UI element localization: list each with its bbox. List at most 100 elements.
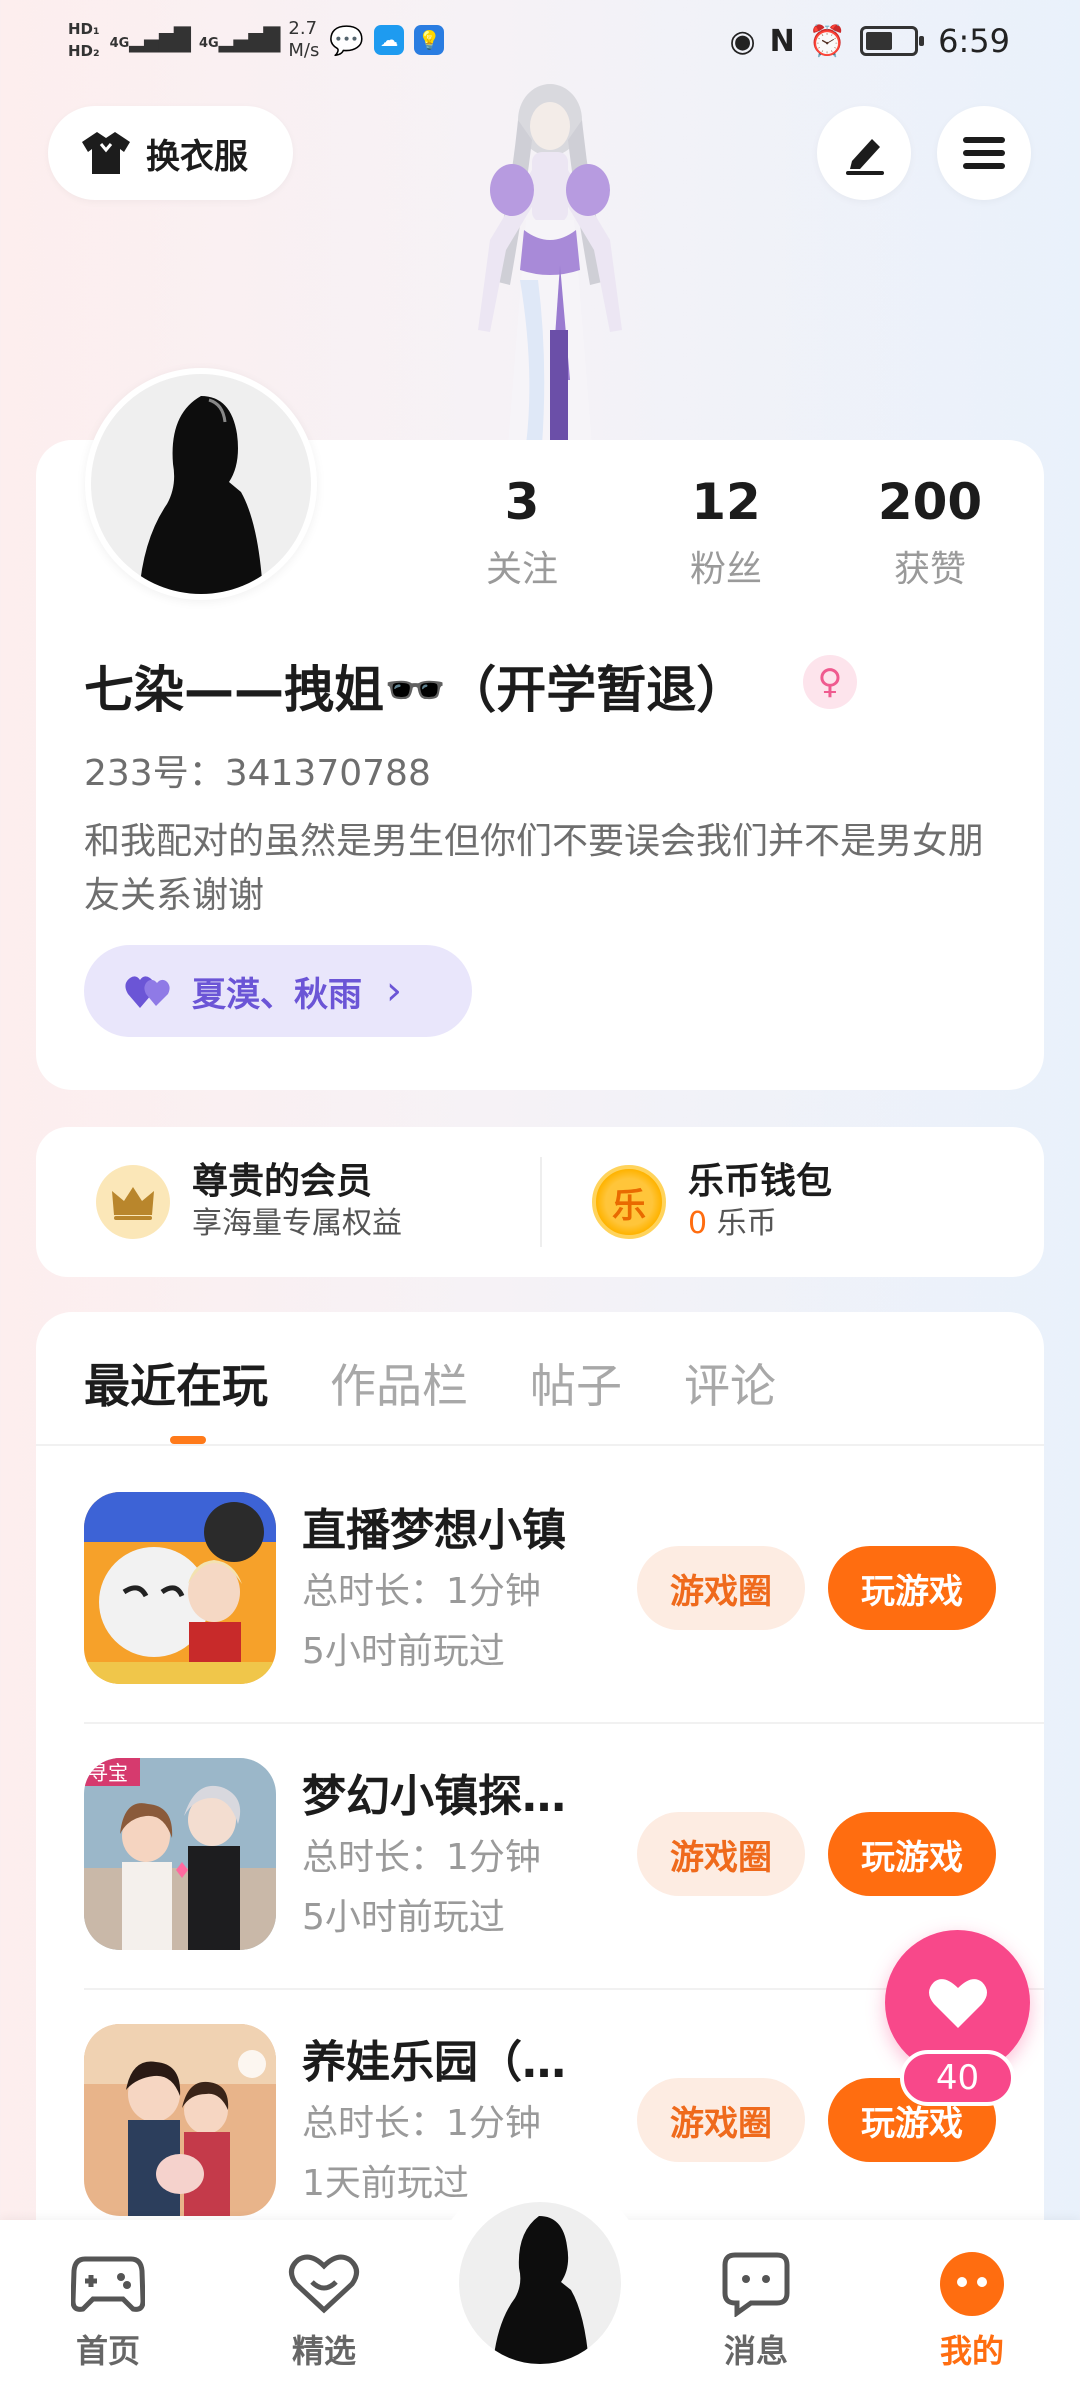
play-game-button[interactable]: 玩游戏	[828, 1546, 996, 1630]
nickname: 七染——拽姐🕶️（开学暂退）	[84, 661, 747, 719]
signal-icon: 4G▂▄▆█	[109, 27, 191, 53]
tabs-divider	[36, 1444, 1044, 1446]
wallet-balance-line: 0 乐币	[688, 1204, 832, 1244]
game-row[interactable]: 寻宝 梦幻小镇探… 总时长：1分钟 5小时前玩过 游戏圈 玩游戏	[84, 1758, 1044, 1988]
avatar-silhouette	[139, 396, 263, 594]
tab-comments[interactable]: 评论	[684, 1350, 776, 1416]
game-title: 直播梦想小镇	[302, 1505, 566, 1556]
change-outfit-button[interactable]: 换衣服	[48, 106, 293, 200]
status-left: HD₁ HD₂ 4G▂▄▆█ 4G▂▄▆█ 2.7 M/s 💬 ☁ 💡	[68, 18, 445, 62]
nav-center-avatar-button[interactable]	[455, 2198, 625, 2368]
smile-icon	[940, 2252, 1004, 2316]
nav-home[interactable]: 首页	[38, 2250, 178, 2372]
edit-button[interactable]	[817, 106, 911, 200]
wallet-balance: 0	[688, 1206, 708, 1241]
row-divider	[84, 1722, 1044, 1724]
wallet-title: 乐币钱包	[688, 1161, 833, 1202]
heart-icon	[928, 1978, 987, 2028]
wechat-icon: 💬	[329, 23, 365, 57]
game-duration: 总时长：1分钟	[302, 2103, 541, 2144]
avatar-image	[91, 374, 311, 594]
game-title: 养娃乐园（…	[302, 2037, 566, 2088]
member-subtitle: 享海量专属权益	[192, 1206, 402, 1241]
cloud-app-icon: ☁	[374, 25, 405, 55]
profile-tabs: 最近在玩 作品栏 帖子 评论	[84, 1350, 776, 1416]
hd-indicator: HD₁ HD₂	[68, 18, 100, 62]
likes-label: 获赞	[893, 549, 966, 590]
game-circle-button[interactable]: 游戏圈	[637, 1546, 805, 1630]
crown-icon	[96, 1165, 170, 1239]
menu-icon	[963, 137, 1005, 169]
tab-recently-played[interactable]: 最近在玩	[84, 1350, 268, 1416]
tab-works[interactable]: 作品栏	[330, 1350, 468, 1416]
nfc-icon: N	[769, 23, 795, 59]
game-circle-button[interactable]: 游戏圈	[637, 2078, 805, 2162]
following-label: 关注	[485, 549, 558, 590]
eye-icon: ◉	[729, 23, 756, 59]
like-count-badge: 40	[900, 2050, 1015, 2106]
game-duration: 总时长：1分钟	[302, 1837, 541, 1878]
signal2-label: 4G	[198, 35, 219, 51]
game-circle-button[interactable]: 游戏圈	[637, 1812, 805, 1896]
net-speed: 2.7 M/s	[288, 18, 319, 62]
member-title: 尊贵的会员	[192, 1161, 373, 1202]
divider	[540, 1157, 542, 1247]
user-id[interactable]: 233号：341370788	[84, 744, 431, 796]
nav-mine-label: 我的	[939, 2332, 1004, 2370]
game-row[interactable]: 直播梦想小镇 总时长：1分钟 5小时前玩过 游戏圈 玩游戏	[84, 1492, 1044, 1722]
game-last-played: 5小时前玩过	[302, 1897, 505, 1938]
alarm-icon: ⏰	[808, 23, 847, 59]
nav-featured[interactable]: 精选	[254, 2250, 394, 2372]
gamepad-icon	[71, 2256, 145, 2312]
vip-wallet-card: 尊贵的会员 享海量专属权益 乐 乐币钱包 0 乐币	[36, 1127, 1044, 1277]
play-game-button[interactable]: 玩游戏	[828, 1812, 996, 1896]
shirt-icon	[82, 132, 130, 174]
signal-icon-2: 4G▂▄▆█	[198, 27, 280, 53]
pen-icon	[846, 139, 884, 175]
game-icon-baby-park	[84, 2024, 276, 2216]
tab-posts[interactable]: 帖子	[530, 1350, 622, 1416]
clock: 6:59	[938, 22, 1010, 60]
coin-char: 乐	[612, 1185, 646, 1226]
nav-messages[interactable]: 消息	[686, 2250, 826, 2372]
vip-member-entry[interactable]: 尊贵的会员 享海量专属权益	[96, 1127, 402, 1277]
battery-icon	[860, 26, 925, 56]
nav-home-label: 首页	[75, 2332, 140, 2370]
hd2-label: HD₂	[68, 42, 100, 60]
status-bar: HD₁ HD₂ 4G▂▄▆█ 4G▂▄▆█ 2.7 M/s 💬 ☁ 💡 ◉ N …	[0, 0, 1080, 90]
bulb-app-icon: 💡	[414, 25, 445, 55]
likes-count: 200	[877, 473, 983, 531]
stat-fans[interactable]: 12 粉丝	[646, 470, 806, 592]
signal1-label: 4G	[109, 35, 130, 51]
tab-indicator	[170, 1436, 206, 1444]
chat-icon	[722, 2252, 790, 2317]
game-icon-badge: 寻宝	[88, 1761, 128, 1785]
stat-following[interactable]: 3 关注	[442, 470, 602, 592]
game-icon-live-dream-town	[84, 1492, 276, 1684]
speed-value: 2.7	[288, 18, 318, 39]
nav-avatar-silhouette	[493, 2216, 589, 2364]
cp-names: 夏漠、秋雨	[192, 974, 362, 1015]
speed-unit: M/s	[288, 40, 320, 61]
nav-messages-label: 消息	[723, 2332, 788, 2370]
fans-count: 12	[691, 473, 761, 531]
game-duration: 总时长：1分钟	[302, 1571, 541, 1612]
character-figure[interactable]	[420, 80, 680, 445]
coin-icon: 乐	[592, 1165, 666, 1239]
wallet-entry[interactable]: 乐 乐币钱包 0 乐币	[592, 1127, 832, 1277]
bio-text: 和我配对的虽然是男生但你们不要误会我们并不是男女朋友关系谢谢	[84, 821, 985, 916]
heart-outline-icon	[289, 2254, 359, 2314]
nav-mine[interactable]: 我的	[902, 2250, 1042, 2372]
game-icon-fantasy-town: 寻宝	[84, 1758, 276, 1950]
gender-female-icon: ♀	[803, 655, 857, 709]
game-last-played: 1天前玩过	[302, 2163, 469, 2204]
following-count: 3	[504, 473, 540, 531]
chevron-right-icon: ›	[386, 968, 402, 1014]
outfit-label: 换衣服	[146, 136, 248, 177]
fans-label: 粉丝	[689, 549, 762, 590]
stat-likes[interactable]: 200 获赞	[850, 470, 1010, 592]
cp-pair-button[interactable]: 夏漠、秋雨 ›	[84, 945, 472, 1037]
game-last-played: 5小时前玩过	[302, 1631, 505, 1672]
avatar[interactable]	[85, 368, 317, 600]
menu-button[interactable]	[937, 106, 1031, 200]
